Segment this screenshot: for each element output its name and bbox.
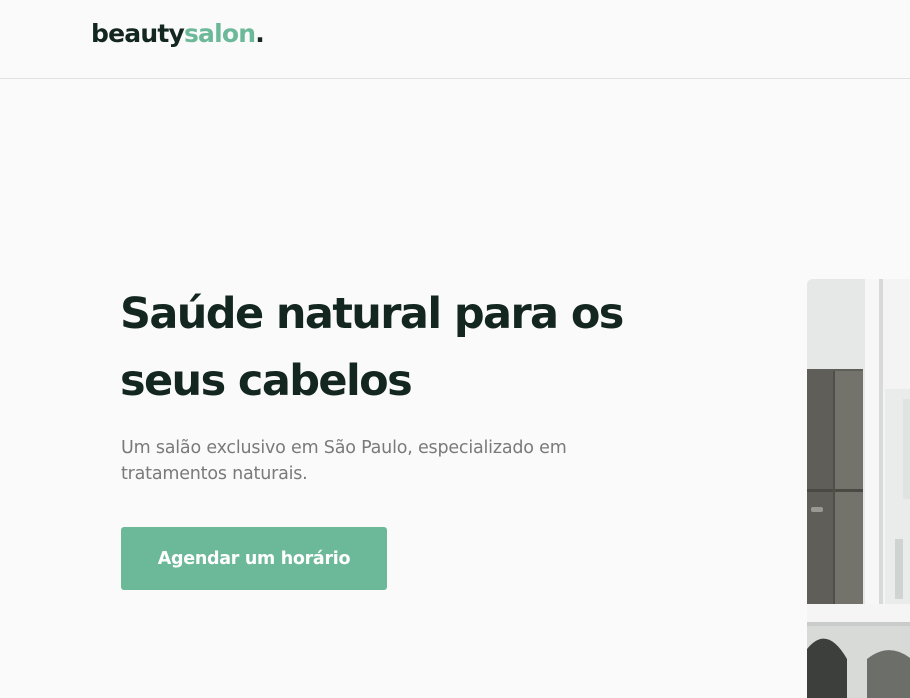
salon-interior-illustration <box>807 279 910 698</box>
salon-interior-photo <box>807 279 910 698</box>
logo[interactable]: beautysalon. <box>91 18 265 50</box>
logo-part-beauty: beauty <box>91 19 185 48</box>
hero-title: Saúde natural para os seus cabelos <box>120 289 624 406</box>
logo-part-salon: salon <box>183 19 256 48</box>
site-header: beautysalon. <box>0 0 910 79</box>
logo-dot: . <box>255 19 264 48</box>
book-appointment-button[interactable]: Agendar um horário <box>121 527 387 590</box>
hero-subtitle: Um salão exclusivo em São Paulo, especia… <box>121 438 567 484</box>
page: beautysalon. Saúde natural para os seus … <box>0 0 910 698</box>
